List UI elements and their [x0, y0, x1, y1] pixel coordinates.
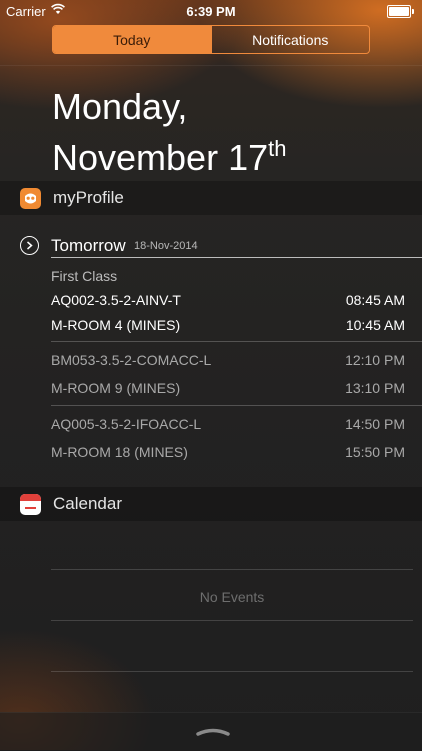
profile-owl-icon: [25, 193, 36, 203]
tomorrow-underline: [51, 257, 422, 258]
battery-level: [389, 7, 409, 16]
class-start-time: 08:45 AM: [345, 292, 405, 308]
calendar-app-icon: [20, 493, 41, 515]
status-bar: Carrier 6:39 PM: [0, 0, 422, 22]
first-class-label: First Class: [51, 268, 118, 284]
calendar-icon-header: [20, 493, 41, 501]
class-start-time: 14:50 PM: [345, 416, 405, 432]
date-weekday: Monday,: [52, 86, 188, 127]
calendar-icon-mark: [25, 506, 36, 509]
myprofile-app-icon: [20, 187, 41, 209]
today-notifications-segmented-control: Today Notifications: [52, 25, 370, 54]
class-room: M-ROOM 9 (MINES): [51, 380, 181, 396]
date-header: Monday, November 17th: [52, 86, 286, 179]
chevron-right-icon: [27, 241, 33, 250]
chevron-right-circle-icon[interactable]: [20, 236, 39, 255]
calendar-divider: [51, 671, 413, 672]
tomorrow-date: 18-Nov-2014: [134, 240, 198, 252]
class-divider: [51, 405, 422, 406]
no-events-label: No Events: [199, 589, 265, 605]
tab-today[interactable]: Today: [53, 26, 211, 53]
header-divider: [0, 65, 422, 66]
calendar-app-name: Calendar: [53, 494, 122, 513]
date-day: November 17th: [52, 128, 286, 179]
calendar-divider: [51, 620, 413, 621]
class-room: M-ROOM 18 (MINES): [51, 444, 188, 460]
date-ordinal-suffix: th: [268, 136, 287, 161]
calendar-divider: [51, 569, 413, 570]
class-divider: [51, 341, 422, 342]
date-month-day: November 17: [52, 137, 269, 178]
class-end-time: 13:10 PM: [345, 380, 405, 396]
battery-icon: [387, 5, 414, 18]
class-start-time: 12:10 PM: [345, 352, 405, 368]
tomorrow-title[interactable]: Tomorrow: [51, 236, 126, 256]
battery-tip: [412, 9, 414, 14]
myprofile-widget-header[interactable]: myProfile: [0, 181, 422, 215]
class-room: M-ROOM 4 (MINES): [51, 317, 181, 333]
tab-notifications[interactable]: Notifications: [210, 26, 370, 53]
class-code: AQ002-3.5-2-AINV-T: [51, 292, 181, 308]
bottom-bar: [0, 712, 422, 751]
grabber-handle-icon[interactable]: [196, 728, 230, 736]
calendar-widget-header[interactable]: Calendar: [0, 487, 422, 521]
myprofile-app-name: myProfile: [53, 188, 124, 207]
class-end-time: 15:50 PM: [345, 444, 405, 460]
class-end-time: 10:45 AM: [345, 317, 405, 333]
class-code: AQ005-3.5-2-IFOACC-L: [51, 416, 202, 432]
calendar-icon-body: [20, 501, 41, 515]
status-time: 6:39 PM: [186, 4, 236, 19]
class-code: BM053-3.5-2-COMACC-L: [51, 352, 212, 368]
